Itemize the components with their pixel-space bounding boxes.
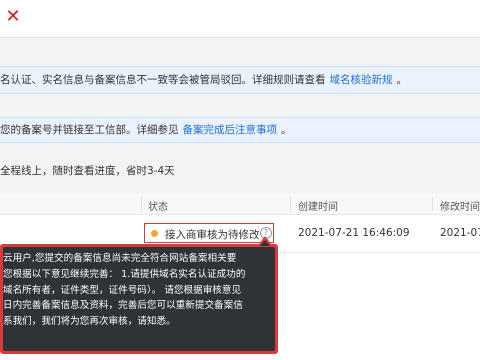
domain-verification-link[interactable]: 域名核验新规 <box>330 74 393 86</box>
tooltip-line: 您根据以下意见继续完善： 1.请提供域名实名认证成功的 <box>3 268 246 280</box>
column-divider <box>290 197 291 211</box>
tooltip-line: 日内完善备案信息及资料，完善后您可以重新提交备案信 <box>3 300 243 312</box>
notice-tail: 。 <box>396 74 408 86</box>
tooltip-arrow-inner <box>260 240 270 246</box>
top-header: ✕ <box>0 0 480 38</box>
column-status: 状态 <box>148 202 168 213</box>
table-header: 状态 创建时间 修改时间 <box>0 193 480 215</box>
page: ✕ 名认证、实名信息与备案信息不一致等会被管局驳回。详细规则请查看 域名核验新规。… <box>0 0 480 360</box>
notice-domain-verification: 名认证、实名信息与备案信息不一致等会被管局驳回。详细规则请查看 域名核验新规。 <box>0 66 480 94</box>
column-divider <box>432 197 433 211</box>
tooltip-line: 系我们，我们将为您再次审核，请知悉。 <box>3 316 176 328</box>
column-modified: 修改时间 <box>440 202 480 213</box>
review-tooltip: 云用户,您提交的备案信息尚未完全符合网站备案相关要 您根据以下意见继续完善： 1… <box>0 236 278 354</box>
tooltip-line: 域名所有者，证件类型，证件号码）。 请您根据审核意见 <box>3 284 242 296</box>
column-divider <box>141 197 142 211</box>
notice-tail: 。 <box>281 124 292 136</box>
status-text: 接入商审核为待修改 <box>165 229 260 241</box>
modified-time: 2021-07- <box>440 227 480 239</box>
created-time: 2021-07-21 16:46:09 <box>298 227 410 239</box>
tooltip-body: 云用户,您提交的备案信息尚未完全符合网站备案相关要 您根据以下意见继续完善： 1… <box>3 247 275 351</box>
after-filing-link[interactable]: 备案完成后注意事项 <box>183 124 278 136</box>
notice-text: 您的备案号并链接至工信部。详细参见 <box>0 124 179 136</box>
notice-after-filing: 您的备案号并链接至工信部。详细参见 备案完成后注意事项。 <box>0 117 480 143</box>
status-dot-icon <box>151 230 158 237</box>
tooltip-line: 云用户,您提交的备案信息尚未完全符合网站备案相关要 <box>3 253 237 264</box>
column-created: 创建时间 <box>298 202 338 213</box>
notice-text: 名认证、实名信息与备案信息不一致等会被管局驳回。详细规则请查看 <box>0 74 326 86</box>
progress-note: 全程线上，随时查看进度，省时3-4天 <box>0 165 175 177</box>
status-cell[interactable]: 接入商审核为待修改 ? <box>144 223 274 243</box>
close-icon[interactable]: ✕ <box>2 6 24 28</box>
